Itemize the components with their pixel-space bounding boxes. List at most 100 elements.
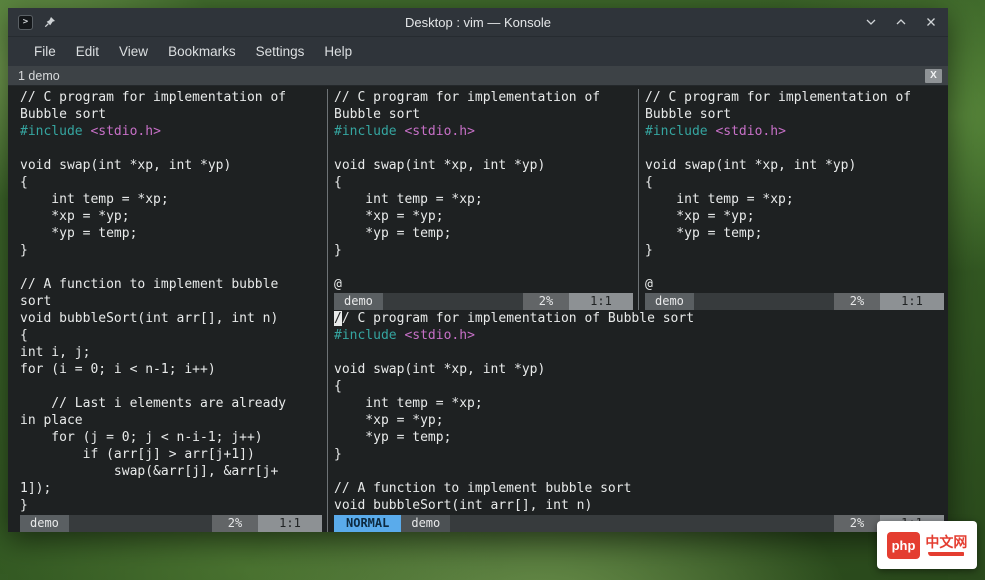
status-position: 1:1 [258, 515, 322, 532]
code-line: } [20, 498, 28, 513]
menu-edit[interactable]: Edit [66, 40, 109, 63]
menubar: File Edit View Bookmarks Settings Help [8, 36, 948, 66]
code-line: @ [334, 277, 342, 292]
vim-pane-top-right[interactable]: // C program for implementation of Bubble… [645, 89, 944, 310]
code-area-left: // C program for implementation of Bubble… [20, 89, 322, 515]
status-filler [383, 293, 523, 310]
vim-pane-left[interactable]: // C program for implementation of Bubble… [20, 89, 322, 532]
status-filler [694, 293, 834, 310]
code-area-middle: // C program for implementation of Bubble… [334, 89, 633, 293]
code-line: 1]); [20, 481, 52, 496]
vim-right-region: // C program for implementation of Bubble… [334, 89, 944, 532]
code-area-right: // C program for implementation of Bubble… [645, 89, 944, 293]
code-line: for (j = 0; j < n-i-1; j++) [20, 430, 263, 445]
code-line: // A function to implement bubble sort [334, 481, 632, 496]
code-line: #include <stdio.h> [20, 124, 161, 139]
code-line: { [334, 379, 342, 394]
menu-settings[interactable]: Settings [246, 40, 315, 63]
code-line: void swap(int *xp, int *yp) [334, 362, 546, 377]
code-line: { [334, 175, 342, 190]
code-line: } [20, 243, 28, 258]
code-line: in place [20, 413, 83, 428]
code-line: #include <stdio.h> [334, 328, 475, 343]
menu-bookmarks[interactable]: Bookmarks [158, 40, 246, 63]
code-line: #include <stdio.h> [334, 124, 475, 139]
php-watermark: php 中文网 [877, 521, 977, 569]
statusline-left: demo 2% 1:1 [20, 515, 322, 532]
vim-top-splits: // C program for implementation of Bubble… [334, 89, 944, 310]
menu-view[interactable]: View [109, 40, 158, 63]
close-button[interactable] [924, 15, 938, 29]
code-line: *xp = *yp; [645, 209, 755, 224]
pin-icon[interactable] [43, 15, 57, 29]
code-line: swap(&arr[j], &arr[j+ [20, 464, 279, 479]
maximize-button[interactable] [894, 15, 908, 29]
php-logo-text-wrap: 中文网 [925, 533, 968, 556]
code-line: @ [645, 277, 653, 292]
konsole-app-icon: > [18, 14, 33, 30]
menu-help[interactable]: Help [314, 40, 362, 63]
status-filename: demo [401, 515, 451, 532]
vim-pane-top-middle[interactable]: // C program for implementation of Bubble… [334, 89, 633, 310]
code-line: void swap(int *xp, int *yp) [645, 158, 857, 173]
vertical-split-separator[interactable] [633, 89, 645, 310]
vim-pane-bottom[interactable]: // C program for implementation of Bubbl… [334, 310, 944, 515]
konsole-window: > Desktop : vim — Konsole File Edit View… [8, 8, 948, 532]
status-filler [450, 515, 834, 532]
code-line: // A function to implement bubble [20, 277, 279, 292]
code-line: { [645, 175, 653, 190]
php-logo-text: 中文网 [925, 533, 968, 550]
vim-mode-indicator: NORMAL [334, 515, 402, 532]
code-line: // C program for implementation of Bubbl… [334, 311, 695, 326]
menu-file[interactable]: File [24, 40, 66, 63]
code-line: } [334, 447, 342, 462]
code-line: // C program for implementation of [334, 90, 601, 105]
status-percent: 2% [523, 293, 569, 310]
php-logo-swoosh [928, 551, 965, 556]
minimize-button[interactable] [864, 15, 878, 29]
code-line: // C program for implementation of [20, 90, 287, 105]
code-line: int temp = *xp; [20, 192, 169, 207]
code-line: *yp = temp; [645, 226, 763, 241]
statusline-middle: demo 2% 1:1 [334, 293, 633, 310]
status-filename: demo [645, 293, 694, 310]
code-line: sort [20, 294, 52, 309]
code-line: // C program for implementation of [645, 90, 912, 105]
code-line: int temp = *xp; [334, 396, 483, 411]
terminal-vim[interactable]: // C program for implementation of Bubble… [8, 86, 948, 532]
statusline-right: demo 2% 1:1 [645, 293, 944, 310]
status-filler [69, 515, 212, 532]
tabbar: 1 demo X [8, 66, 948, 86]
code-line: Bubble sort [334, 107, 421, 122]
code-line: int temp = *xp; [334, 192, 483, 207]
status-percent: 2% [834, 515, 880, 532]
code-line: } [334, 243, 342, 258]
tab-close-button[interactable]: X [925, 69, 942, 83]
code-line: int temp = *xp; [645, 192, 794, 207]
statusline-active: NORMAL demo 2% 1:1 [334, 515, 944, 532]
vertical-split-separator[interactable] [322, 89, 334, 532]
code-line: } [645, 243, 653, 258]
titlebar[interactable]: > Desktop : vim — Konsole [8, 8, 948, 36]
status-position: 1:1 [569, 293, 633, 310]
desktop-background: > Desktop : vim — Konsole File Edit View… [0, 0, 985, 580]
code-line: { [20, 175, 28, 190]
status-percent: 2% [834, 293, 880, 310]
tab-demo[interactable]: 1 demo [18, 69, 60, 83]
code-line: #include <stdio.h> [645, 124, 786, 139]
code-line: *yp = temp; [334, 226, 452, 241]
code-line: void swap(int *xp, int *yp) [334, 158, 546, 173]
code-line: void swap(int *xp, int *yp) [20, 158, 232, 173]
status-filename: demo [334, 293, 383, 310]
status-percent: 2% [212, 515, 258, 532]
code-line: Bubble sort [20, 107, 107, 122]
code-line: *xp = *yp; [334, 209, 444, 224]
code-line: // Last i elements are already [20, 396, 287, 411]
window-title: Desktop : vim — Konsole [405, 14, 551, 30]
